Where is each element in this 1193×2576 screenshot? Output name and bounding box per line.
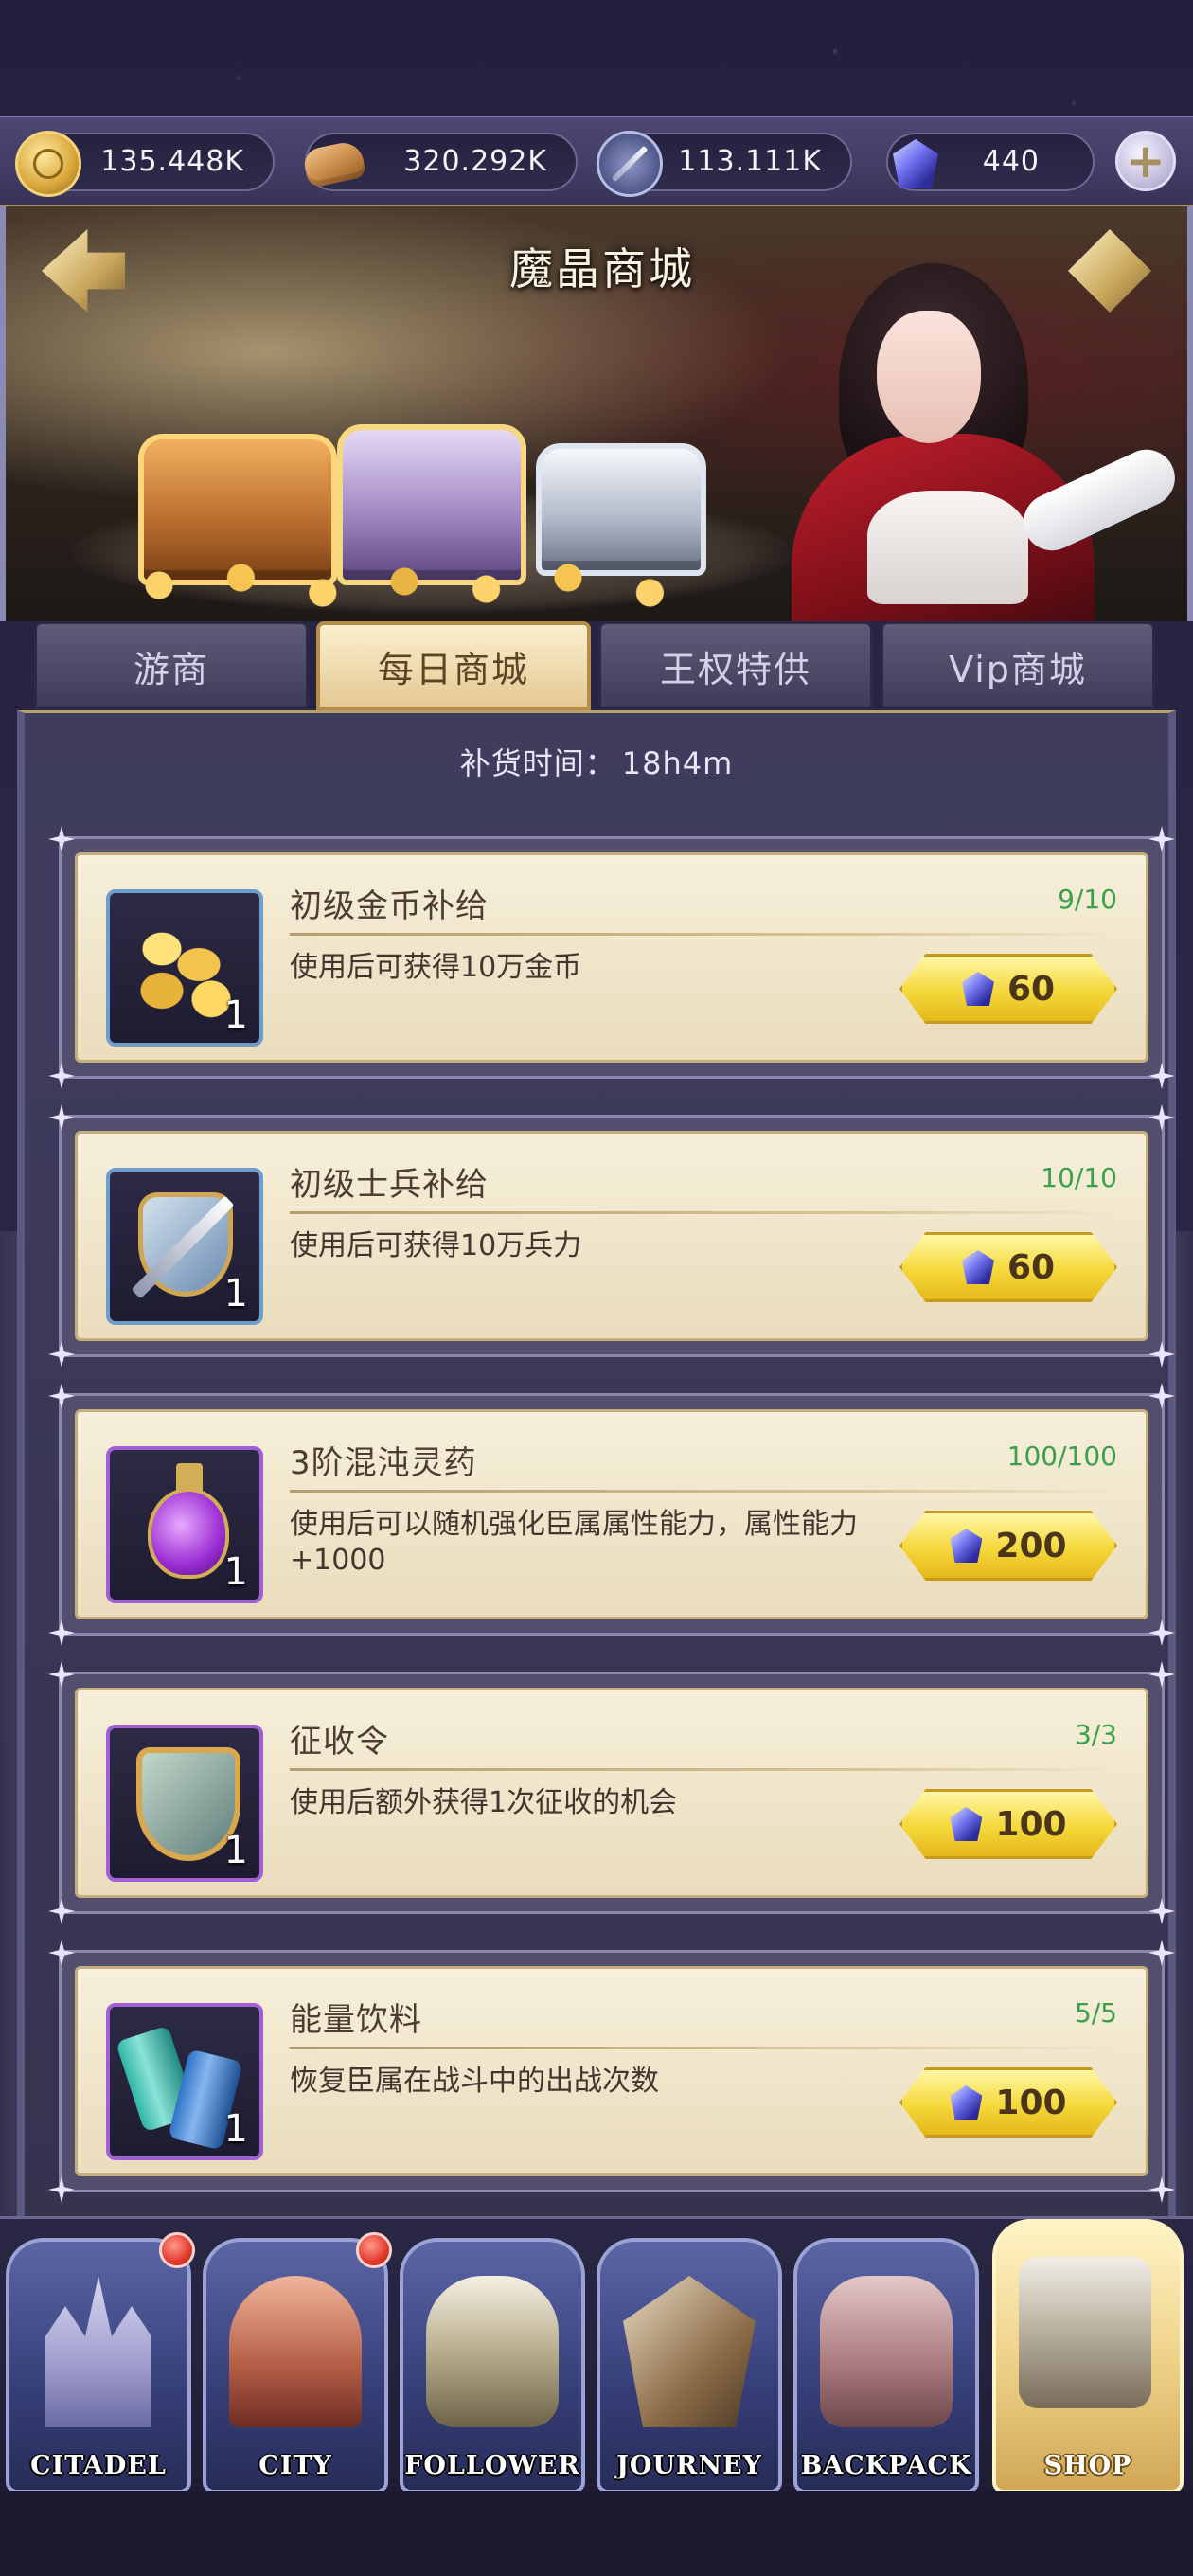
item-quantity: 1 — [223, 1550, 248, 1594]
item-quantity: 1 — [223, 1272, 248, 1315]
notification-dot — [356, 2232, 392, 2268]
sword-shield-icon[interactable]: 1 — [106, 1168, 263, 1325]
notification-dot — [159, 2232, 195, 2268]
divider — [290, 2047, 1117, 2049]
restock-label: 补货时间： — [459, 745, 616, 781]
list-item: 1 征收令 3/3 使用后额外获得1次征收的机会 100 — [48, 1661, 1175, 1924]
list-item: 1 3阶混沌灵药 100/100 使用后可以随机强化臣属属性能力，属性能力+10… — [48, 1383, 1175, 1646]
buy-button[interactable]: 200 — [899, 1511, 1117, 1581]
resource-bar: 135.448K 320.292K 113.111K 440 + — [0, 116, 1193, 206]
item-name: 能量饮料 — [290, 2001, 422, 2039]
city-gate-icon — [229, 2276, 362, 2427]
troops-value: 113.111K — [678, 145, 822, 178]
item-description: 恢复臣属在战斗中的出战次数 — [290, 2065, 659, 2098]
nav-label: JOURNEY — [616, 2451, 762, 2480]
item-description: 使用后额外获得1次征收的机会 — [290, 1786, 678, 1819]
backpack-icon — [820, 2276, 953, 2427]
purchase-limit: 9/10 — [1058, 884, 1117, 915]
crystal-value: 440 — [982, 145, 1040, 178]
coin-pile-image — [91, 547, 773, 621]
price-value: 200 — [995, 1526, 1067, 1565]
shop-tabs: 游商 每日商城 王权特供 Vip商城 — [34, 621, 1159, 710]
crystal-gem-icon — [882, 131, 949, 197]
shop-banner: 魔晶商城 — [0, 206, 1193, 621]
nav-citadel[interactable]: CITADEL — [6, 2232, 195, 2494]
nav-backpack[interactable]: BACKPACK — [793, 2238, 979, 2494]
item-name: 初级士兵补给 — [290, 1166, 489, 1204]
crystal-gem-icon — [961, 972, 994, 1006]
nav-journey[interactable]: JOURNEY — [596, 2238, 782, 2494]
list-item: 1 能量饮料 5/5 恢复臣属在战斗中的出战次数 100 — [48, 1940, 1175, 2203]
divider — [290, 1490, 1117, 1493]
nav-label: SHOP — [1043, 2451, 1132, 2480]
buy-button[interactable]: 100 — [899, 1789, 1117, 1859]
page-title: 魔晶商城 — [509, 243, 695, 295]
food-value: 320.292K — [403, 145, 547, 178]
tab-vip-shop[interactable]: Vip商城 — [881, 621, 1155, 710]
badge-icon[interactable]: 1 — [106, 1725, 263, 1882]
nav-follower[interactable]: FOLLOWER — [400, 2238, 585, 2494]
shop-panel: 补货时间：18h4m 1 初级金币补给 9/10 使用后可获得10万金币 60 — [17, 710, 1176, 2216]
restock-timer: 补货时间： 18h4m — [25, 740, 1168, 783]
resource-gold[interactable]: 135.448K — [15, 131, 275, 197]
gold-coin-icon — [15, 131, 81, 197]
helmet-icon — [426, 2276, 559, 2427]
divider — [290, 933, 1117, 936]
resource-food[interactable]: 320.292K — [301, 133, 578, 191]
tab-traveling-merchant[interactable]: 游商 — [34, 621, 309, 710]
item-name: 3阶混沌灵药 — [290, 1444, 477, 1482]
item-name: 初级金币补给 — [290, 887, 489, 925]
buy-button[interactable]: 60 — [899, 954, 1117, 1024]
crossed-swords-icon — [623, 2276, 756, 2427]
gold-value: 135.448K — [100, 145, 244, 178]
purchase-limit: 100/100 — [1006, 1440, 1117, 1472]
restock-value: 18h4m — [621, 745, 734, 781]
price-value: 60 — [1006, 969, 1056, 1009]
add-crystal-button[interactable]: + — [1115, 131, 1176, 191]
buy-button[interactable]: 60 — [899, 1232, 1117, 1302]
gold-coins-icon[interactable]: 1 — [106, 889, 263, 1046]
price-value: 60 — [1006, 1247, 1056, 1287]
crystal-gem-icon — [950, 2085, 983, 2120]
purchase-limit: 3/3 — [1074, 1719, 1117, 1750]
nav-label: CITADEL — [30, 2451, 167, 2480]
bread-icon — [301, 131, 367, 197]
purchase-limit: 10/10 — [1041, 1162, 1117, 1193]
tab-daily-shop[interactable]: 每日商城 — [316, 621, 591, 710]
nav-label: BACKPACK — [800, 2451, 972, 2480]
tab-royal-special[interactable]: 王权特供 — [598, 621, 873, 710]
item-name: 征收令 — [290, 1723, 389, 1761]
sword-icon — [596, 131, 663, 197]
nav-city[interactable]: CITY — [203, 2232, 392, 2494]
bottom-navigation: CITADEL CITY FOLLOWER JOURNEY BACKPACK S… — [0, 2216, 1193, 2494]
price-value: 100 — [995, 1804, 1067, 1844]
resource-troops[interactable]: 113.111K — [596, 131, 852, 197]
item-quantity: 1 — [223, 993, 248, 1037]
purchase-limit: 5/5 — [1074, 1997, 1117, 2029]
resource-crystal[interactable]: 440 — [886, 133, 1095, 191]
nav-label: FOLLOWER — [404, 2451, 580, 2480]
item-quantity: 1 — [223, 1829, 248, 1872]
divider — [290, 1768, 1117, 1771]
crystal-gem-icon — [950, 1807, 983, 1841]
buy-button[interactable]: 100 — [899, 2067, 1117, 2138]
list-item: 1 初级金币补给 9/10 使用后可获得10万金币 60 — [48, 826, 1175, 1089]
item-description: 使用后可以随机强化臣属属性能力，属性能力+1000 — [290, 1508, 858, 1577]
list-item: 1 初级士兵补给 10/10 使用后可获得10万兵力 60 — [48, 1104, 1175, 1368]
nav-label: CITY — [258, 2451, 332, 2480]
divider — [290, 1211, 1117, 1214]
item-quantity: 1 — [223, 2107, 248, 2151]
price-value: 100 — [995, 2083, 1067, 2122]
shop-chest-icon — [1019, 2257, 1151, 2408]
item-description: 使用后可获得10万金币 — [290, 951, 582, 984]
castle-icon — [45, 2276, 151, 2427]
crystal-gem-icon — [950, 1529, 983, 1563]
energy-drink-icon[interactable]: 1 — [106, 2003, 263, 2160]
crystal-gem-icon — [961, 1250, 994, 1284]
item-description: 使用后可获得10万兵力 — [290, 1229, 582, 1262]
nav-shop[interactable]: SHOP — [992, 2219, 1184, 2494]
footer-strip — [0, 2491, 1193, 2576]
potion-icon[interactable]: 1 — [106, 1446, 263, 1603]
